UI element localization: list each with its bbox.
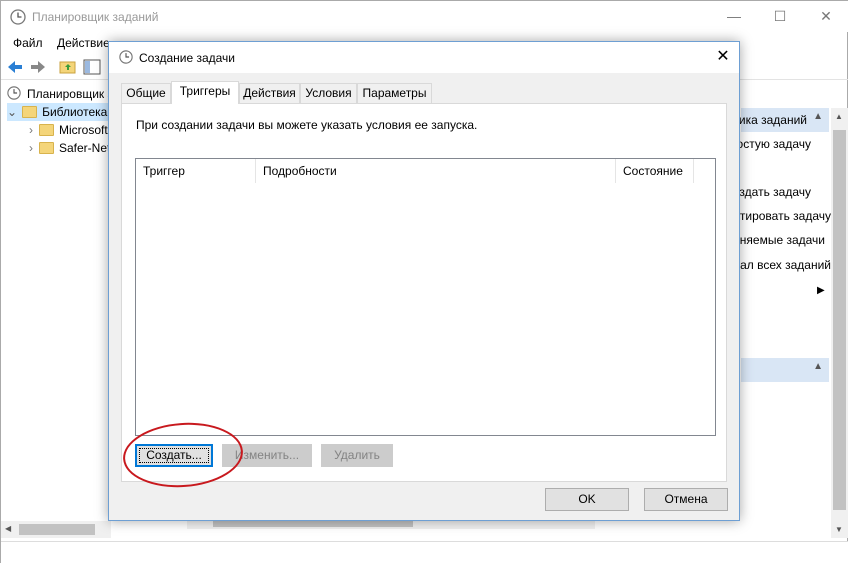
folder-icon: [22, 106, 38, 118]
clock-icon: [7, 86, 21, 100]
vertical-scrollbar[interactable]: ▲ ▼: [831, 108, 848, 538]
column-status[interactable]: Состояние: [616, 159, 694, 183]
scroll-down-icon[interactable]: ▼: [835, 525, 843, 534]
dialog-title: Создание задачи: [139, 51, 235, 65]
back-arrow-icon[interactable]: [6, 58, 24, 76]
create-trigger-button[interactable]: Создать...: [135, 444, 213, 467]
focus-rectangle: [139, 448, 209, 463]
triggers-tab-panel: При создании задачи вы можете указать ус…: [121, 103, 727, 482]
action-create-basic-task[interactable]: Создать простую задачу...: [664, 137, 811, 151]
tab-triggers[interactable]: Триггеры: [171, 81, 239, 104]
tab-settings[interactable]: Параметры: [357, 83, 432, 103]
tree-microsoft-label: Microsoft: [59, 123, 108, 137]
status-bar: [1, 541, 848, 563]
chevron-right-icon: ›: [29, 123, 33, 137]
clock-icon: [119, 50, 133, 64]
scroll-up-icon[interactable]: ▲: [835, 112, 843, 121]
show-hide-console-tree-icon[interactable]: [83, 58, 101, 76]
actions-pane-header[interactable]: Библиотека планировщика заданий ▲: [607, 108, 829, 132]
scroll-left-icon[interactable]: ◀: [5, 524, 11, 533]
edit-trigger-button[interactable]: Изменить...: [222, 444, 312, 467]
close-button[interactable]: ✕: [803, 1, 848, 32]
create-task-dialog: Создание задачи ✕ Общие Триггеры Действи…: [108, 41, 740, 521]
minimize-button[interactable]: —: [711, 1, 757, 32]
scrollbar-thumb[interactable]: [833, 130, 846, 510]
actions-pane-header-2[interactable]: ▲: [741, 358, 829, 382]
collapse-up-icon[interactable]: ▲: [813, 361, 823, 372]
action-create-task[interactable]: Создать задачу...: [714, 185, 811, 199]
action-import-task[interactable]: Импортировать задачу...: [693, 209, 831, 223]
triggers-list[interactable]: Триггер Подробности Состояние: [135, 158, 716, 436]
ok-button[interactable]: OK: [545, 488, 629, 511]
forward-arrow-icon[interactable]: [29, 58, 47, 76]
delete-trigger-button[interactable]: Удалить: [321, 444, 393, 467]
triggers-description: При создании задачи вы можете указать ус…: [136, 118, 478, 132]
collapse-up-icon[interactable]: ▲: [813, 111, 823, 122]
tab-conditions[interactable]: Условия: [300, 83, 357, 103]
scrollbar-thumb[interactable]: [19, 524, 95, 535]
column-details[interactable]: Подробности: [256, 159, 616, 183]
tab-actions[interactable]: Действия: [239, 83, 300, 103]
maximize-button[interactable]: ☐: [757, 1, 803, 32]
submenu-arrow-icon[interactable]: ▶: [817, 285, 825, 296]
action-display-running-tasks[interactable]: Отображать все выполняемые задачи: [612, 233, 826, 247]
chevron-right-icon: ›: [29, 141, 33, 155]
folder-icon: [39, 124, 54, 136]
main-window-title: Планировщик заданий: [32, 10, 159, 24]
navigation-tree: Планировщик заданий (Локальный) ⌄Библиот…: [1, 83, 242, 543]
tree-item-microsoft[interactable]: › Microsoft: [29, 121, 108, 139]
menu-file[interactable]: Файл: [13, 36, 43, 50]
dialog-titlebar: Создание задачи ✕: [109, 42, 739, 73]
dialog-close-button[interactable]: ✕: [707, 42, 739, 73]
tab-general[interactable]: Общие: [121, 83, 171, 103]
cancel-button[interactable]: Отмена: [644, 488, 728, 511]
folder-up-icon[interactable]: [59, 58, 77, 76]
tree-horizontal-scrollbar[interactable]: ◀: [1, 521, 111, 538]
actions-pane: Библиотека планировщика заданий ▲ Создат…: [607, 108, 831, 528]
tree-item-library[interactable]: ⌄Библиотека планировщика заданий: [7, 103, 242, 121]
clock-icon: [10, 9, 26, 25]
main-titlebar: Планировщик заданий — ☐ ✕: [1, 1, 848, 32]
column-trigger[interactable]: Триггер: [136, 159, 256, 183]
triggers-list-header: Триггер Подробности Состояние: [136, 159, 715, 183]
action-enable-history[interactable]: Включить журнал всех заданий: [656, 258, 831, 272]
folder-icon: [39, 142, 54, 154]
menu-action[interactable]: Действие: [57, 36, 110, 50]
chevron-down-icon: ⌄: [7, 105, 18, 119]
